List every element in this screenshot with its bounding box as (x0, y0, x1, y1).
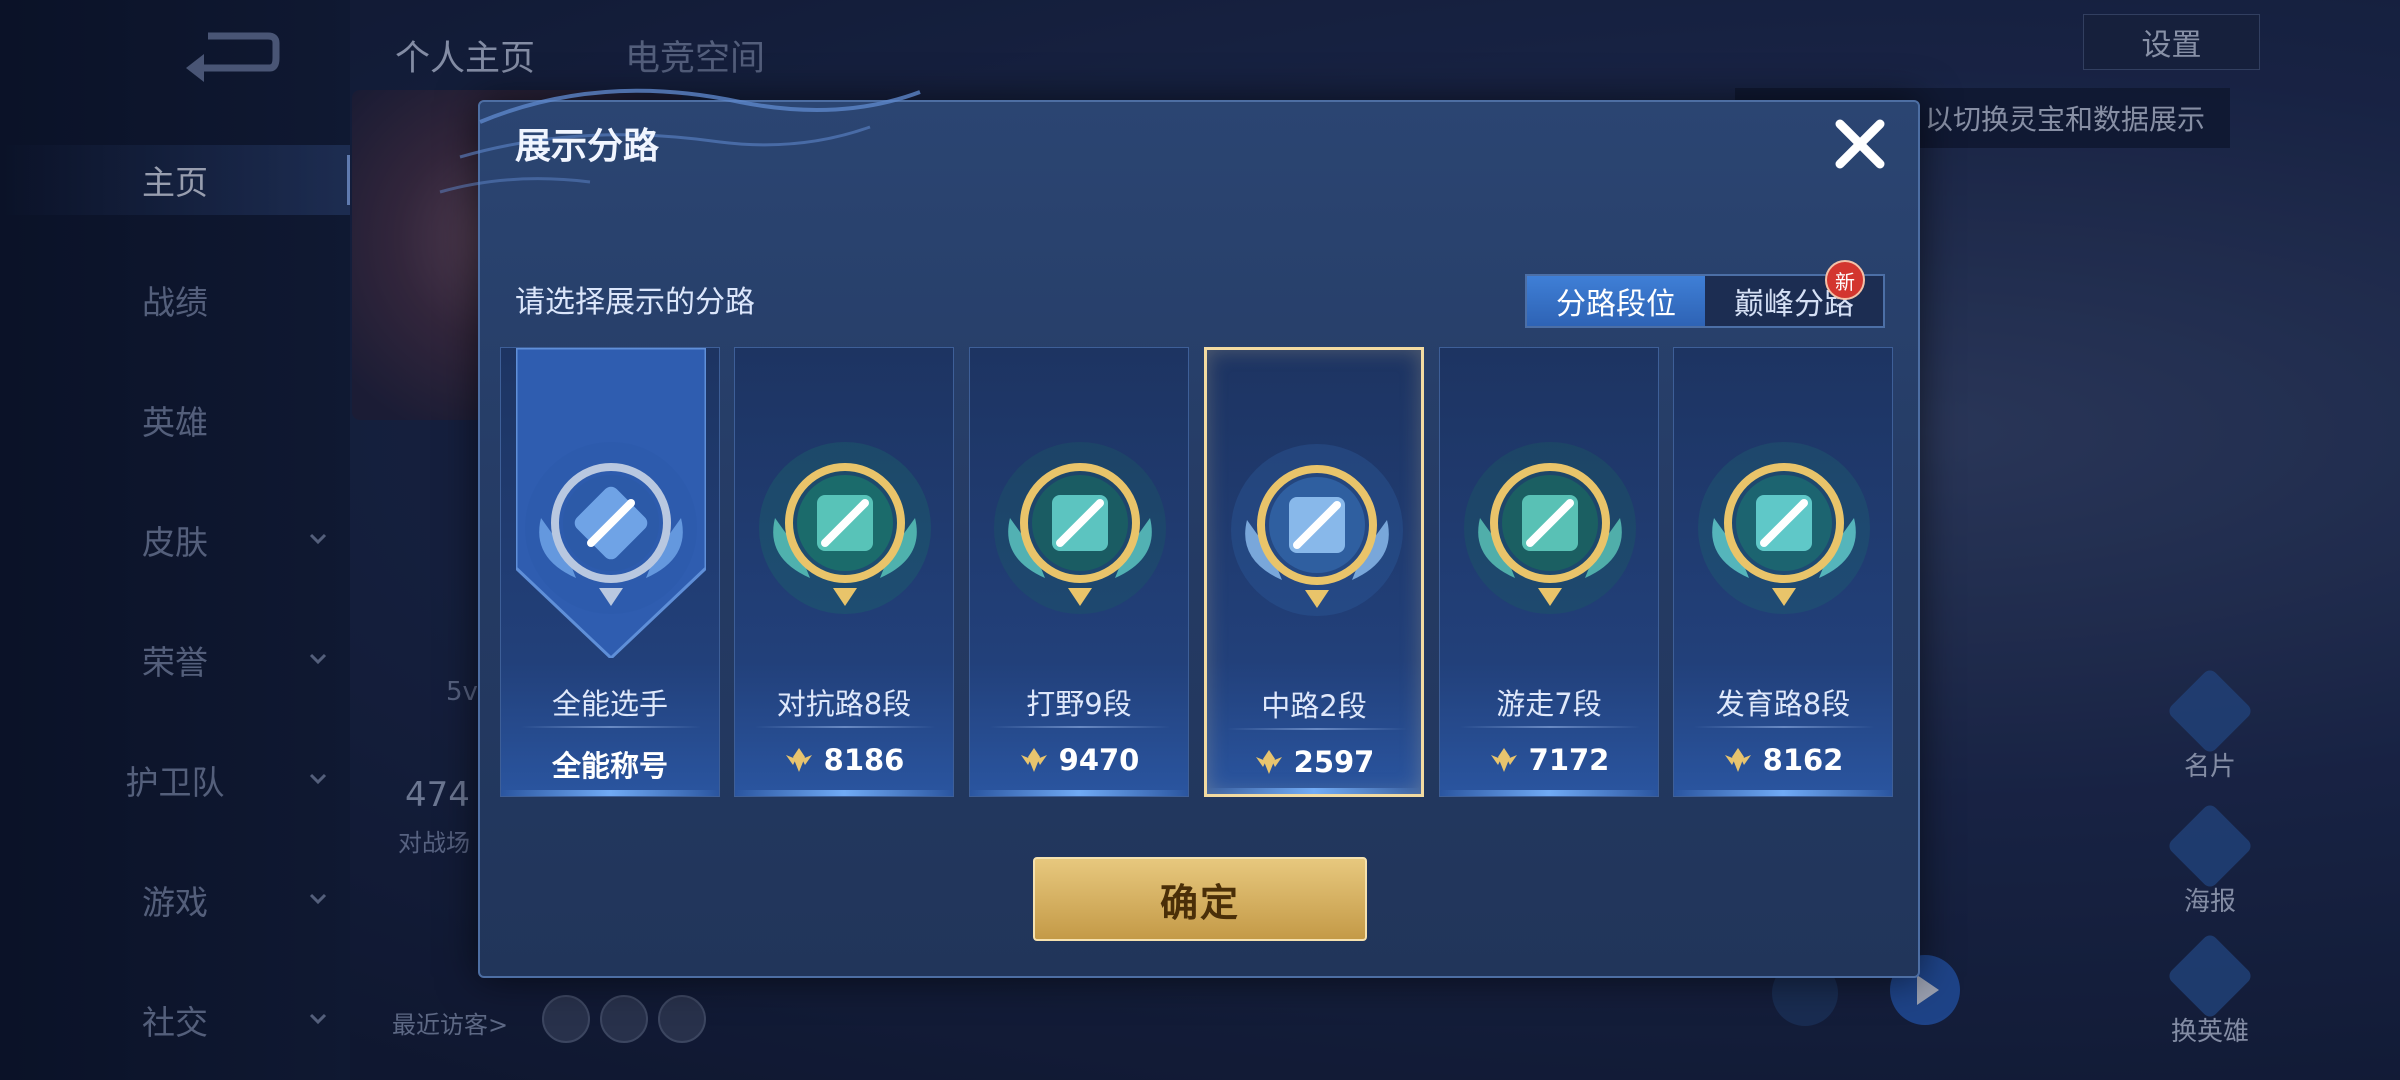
lane-card-score: 8162 (1674, 743, 1892, 777)
toggle-lane-rank[interactable]: 分路段位 (1527, 276, 1705, 326)
lane-card[interactable]: 全能选手 全能称号 (500, 347, 720, 797)
mid-lane-emblem-icon (1227, 440, 1407, 620)
lane-card-score: 8186 (735, 743, 953, 777)
lane-card[interactable]: 打野9段 9470 (969, 347, 1189, 797)
lane-card-score-value: 8162 (1762, 743, 1844, 777)
lane-card-score-value: 2597 (1293, 745, 1375, 779)
new-badge: 新 (1825, 260, 1865, 300)
jungle-dragon-emblem-icon (990, 438, 1170, 618)
lane-card-score-value: 全能称号 (551, 749, 668, 783)
lane-card-name: 全能选手 (551, 687, 668, 721)
lane-card-list: 全能选手全能称号 对抗路8段 8186 打野9段 9470 中路2段 2597 (500, 347, 1900, 797)
lane-card-score: 7172 (1440, 743, 1658, 777)
cloud-ornament-icon (439, 88, 921, 194)
divider (990, 726, 1170, 728)
rank-points-icon (1255, 750, 1282, 774)
farm-lane-emblem-icon (1694, 438, 1874, 618)
divider (1227, 728, 1407, 730)
lane-card-name: 打野9段 (1026, 687, 1132, 721)
clash-lane-emblem-icon (755, 438, 935, 618)
lane-card-score-value: 7172 (1528, 743, 1610, 777)
divider (755, 726, 935, 728)
lane-card[interactable]: 游走7段 7172 (1439, 347, 1659, 797)
lane-card[interactable]: 中路2段 2597 (1204, 347, 1424, 797)
lane-card[interactable]: 发育路8段 8162 (1673, 347, 1893, 797)
lane-card-name: 发育路8段 (1715, 687, 1851, 721)
lane-card-name: 对抗路8段 (776, 687, 912, 721)
divider (1460, 726, 1640, 728)
card-glow (970, 790, 1188, 796)
lane-card-score-value: 8186 (823, 743, 905, 777)
card-glow (1674, 790, 1892, 796)
rank-points-icon (785, 748, 812, 772)
card-glow (735, 790, 953, 796)
divider (1694, 726, 1874, 728)
rank-points-icon (1020, 748, 1047, 772)
all-round-emblem-icon (521, 438, 701, 618)
lane-card-score: 2597 (1207, 745, 1421, 779)
lane-card-score: 9470 (970, 743, 1188, 777)
card-glow (1207, 788, 1421, 794)
rank-points-icon (1724, 748, 1751, 772)
card-glow (501, 790, 719, 796)
roam-emblem-icon (1460, 438, 1640, 618)
lane-card-score: 全能称号 (501, 743, 719, 785)
dialog-title: 展示分路 (515, 126, 660, 167)
lane-card[interactable]: 对抗路8段 8186 (734, 347, 954, 797)
card-glow (1440, 790, 1658, 796)
dialog-subtitle: 请选择展示的分路 (515, 285, 755, 320)
lane-card-name: 游走7段 (1496, 687, 1602, 721)
close-icon[interactable] (1830, 114, 1890, 174)
divider (521, 726, 701, 728)
confirm-button[interactable]: 确定 (1033, 857, 1367, 941)
lane-card-name: 中路2段 (1261, 689, 1367, 723)
lane-card-score-value: 9470 (1058, 743, 1140, 777)
rank-points-icon (1490, 748, 1517, 772)
lane-display-dialog: 展示分路 请选择展示的分路 分路段位 巅峰分路 新 全能选手 全能称号 对抗路8段… (439, 88, 1920, 978)
